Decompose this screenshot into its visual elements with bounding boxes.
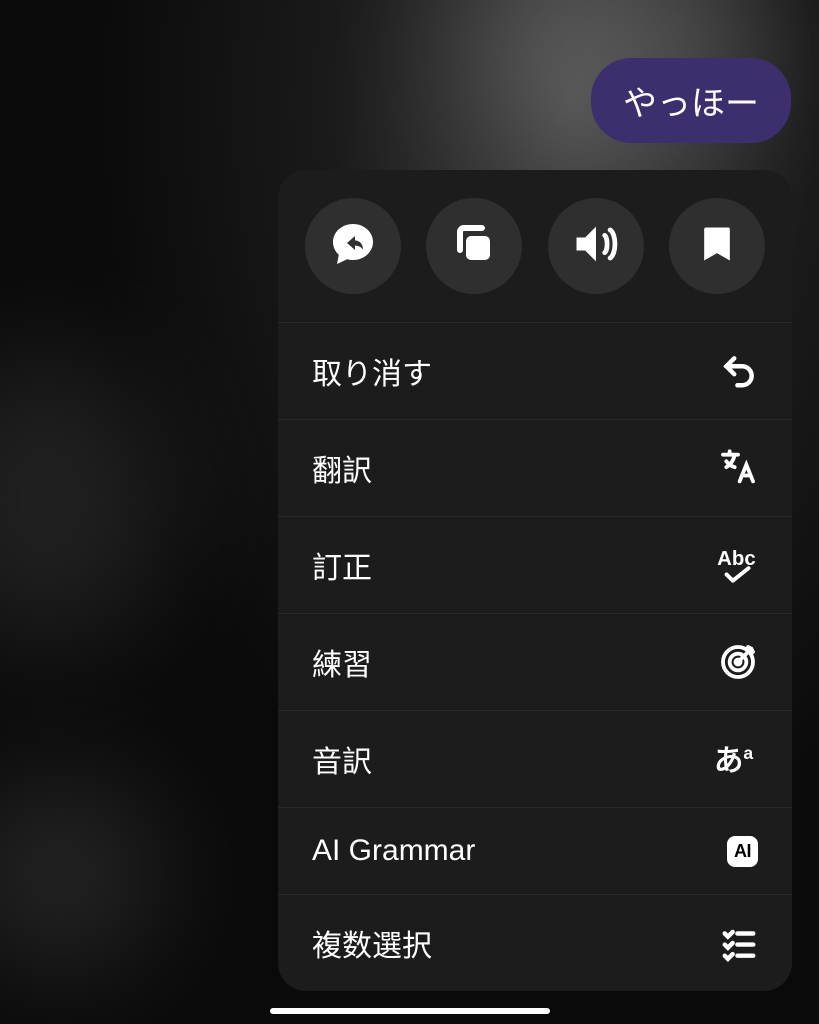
copy-icon [450,220,498,273]
top-action-row [278,170,792,322]
menu-label: 取り消す [312,349,432,393]
menu-label: 音訳 [312,737,372,781]
menu-item-ai-grammar[interactable]: AI Grammar AI [278,807,792,894]
menu-item-multi-select[interactable]: 複数選択 [278,894,792,991]
speaker-button[interactable] [548,198,644,294]
context-menu: 取り消す 翻訳 訂正 Abc 練習 [278,170,792,991]
menu-item-practice[interactable]: 練習 [278,613,792,710]
reply-icon [329,220,377,273]
menu-label: 訂正 [312,543,372,587]
menu-label: 練習 [312,640,372,684]
menu-label: 翻訳 [312,446,372,490]
chat-message-bubble[interactable]: やっほー [591,58,791,143]
menu-item-transliterate[interactable]: 音訳 あ a [278,710,792,807]
menu-label: AI Grammar [312,834,475,868]
home-indicator[interactable] [270,1008,550,1014]
transliterate-icon: あ a [714,739,758,779]
svg-text:a: a [743,743,753,763]
checklist-icon [720,924,758,962]
copy-button[interactable] [426,198,522,294]
menu-item-translate[interactable]: 翻訳 [278,419,792,516]
menu-item-undo[interactable]: 取り消す [278,322,792,419]
menu-label: 複数選択 [312,921,432,965]
svg-text:あ: あ [714,745,743,778]
chat-message-text: やっほー [623,85,759,123]
spellcheck-icon: Abc [714,545,758,585]
target-icon [718,642,758,682]
undo-icon [720,352,758,390]
bookmark-button[interactable] [669,198,765,294]
menu-item-correct[interactable]: 訂正 Abc [278,516,792,613]
bookmark-icon [695,222,739,271]
svg-text:Abc: Abc [717,548,756,570]
speaker-icon [570,218,622,275]
ai-badge-icon: AI [727,836,758,867]
translate-icon [718,448,758,488]
reply-button[interactable] [305,198,401,294]
